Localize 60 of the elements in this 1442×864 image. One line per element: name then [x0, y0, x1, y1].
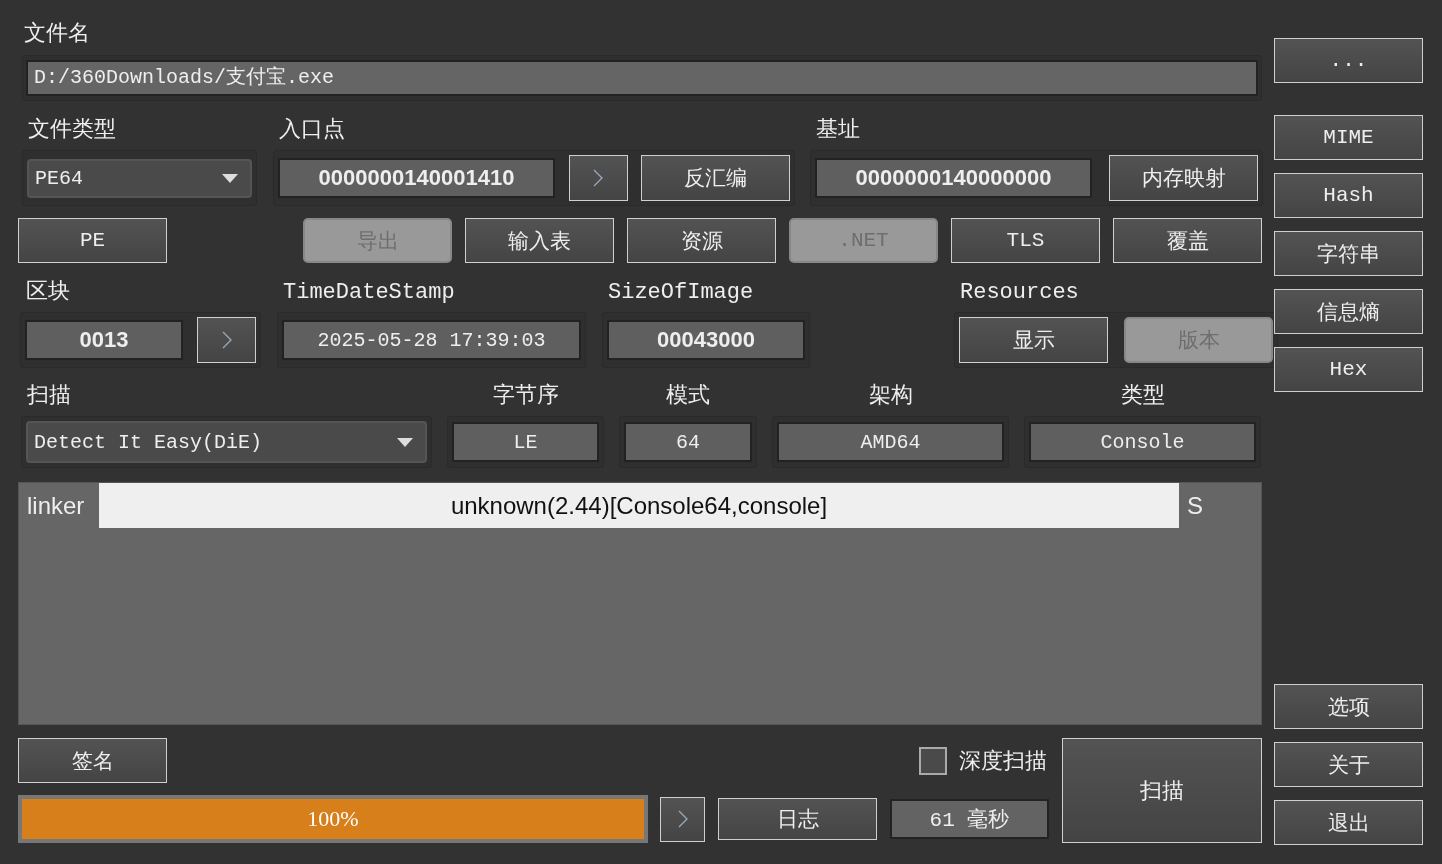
info-button[interactable]: 资源 — [627, 218, 776, 263]
section-count-field[interactable]: 0013 — [25, 320, 183, 360]
tool-button[interactable]: 字符串 — [1274, 231, 1423, 276]
field-label: 入口点 — [278, 118, 346, 144]
chevron-right-icon — [677, 810, 688, 828]
signatures-button[interactable]: 签名 — [18, 738, 167, 783]
field-label: Resources — [959, 280, 1080, 306]
field-label: 基址 — [815, 118, 861, 144]
info-button[interactable]: PE — [18, 218, 167, 263]
field-label: 扫描 — [26, 384, 72, 410]
chevron-right-icon — [221, 331, 232, 349]
progress-text: 100% — [306, 805, 360, 833]
tool-button[interactable]: MIME — [1274, 115, 1423, 160]
field-label: 文件类型 — [27, 118, 117, 144]
resources-button[interactable]: 显示 — [959, 317, 1108, 363]
field-label: 文件名 — [23, 22, 91, 48]
go-button[interactable] — [568, 155, 628, 201]
result-type: linker — [26, 490, 86, 521]
result-letter: S — [1186, 490, 1204, 521]
dropdown-arrow-icon — [397, 437, 413, 447]
property-field[interactable]: 64 — [624, 422, 752, 462]
memory-map-button[interactable]: 内存映射 — [1109, 155, 1258, 201]
property-field[interactable]: Console — [1029, 422, 1256, 462]
field-label: 字节序 — [491, 384, 560, 410]
property-field[interactable]: LE — [452, 422, 599, 462]
browse-button[interactable]: ... — [1274, 38, 1423, 83]
field-label: 类型 — [1119, 384, 1166, 410]
scan-button[interactable]: 扫描 — [1062, 738, 1262, 843]
info-button[interactable]: 覆盖 — [1113, 218, 1262, 263]
field-label: TimeDateStamp — [282, 280, 456, 306]
tool-button[interactable]: 信息熵 — [1274, 289, 1423, 334]
field-label: 模式 — [665, 384, 711, 410]
log-button[interactable]: 日志 — [718, 798, 877, 840]
chevron-right-icon — [593, 169, 603, 187]
disassemble-button[interactable]: 反汇编 — [641, 155, 790, 201]
scan-engine-dropdown[interactable]: Detect It Easy(DiE) — [26, 421, 427, 463]
tool-button[interactable]: Hex — [1274, 347, 1423, 392]
menu-button[interactable]: 退出 — [1274, 800, 1423, 845]
base-address-field[interactable]: 0000000140000000 — [815, 158, 1092, 198]
more-button[interactable] — [660, 796, 705, 842]
entry-point-field[interactable]: 0000000140001410 — [278, 158, 555, 198]
file-type-dropdown[interactable]: PE64 — [27, 158, 252, 198]
image-size-field[interactable]: 00043000 — [607, 320, 805, 360]
info-button[interactable]: 输入表 — [465, 218, 614, 263]
menu-button[interactable]: 选项 — [1274, 684, 1423, 729]
field-label: 架构 — [867, 384, 914, 410]
field-label: SizeOfImage — [607, 280, 755, 306]
checkbox-label: 深度扫描 — [959, 748, 1047, 776]
dropdown-arrow-icon — [222, 173, 238, 183]
sections-button[interactable] — [197, 317, 256, 363]
elapsed-time: 61 毫秒 — [890, 799, 1049, 839]
property-field[interactable]: AMD64 — [777, 422, 1004, 462]
deep-scan-checkbox[interactable] — [919, 746, 947, 775]
file-path-field[interactable]: D:/360Downloads/支付宝.exe — [26, 60, 1258, 96]
info-button[interactable]: TLS — [951, 218, 1100, 263]
field-label: 区块 — [25, 280, 71, 306]
result-name[interactable]: unknown(2.44)[Console64,console] — [99, 483, 1179, 528]
timestamp-field[interactable]: 2025-05-28 17:39:03 — [282, 320, 581, 360]
tool-button[interactable]: Hash — [1274, 173, 1423, 218]
menu-button[interactable]: 关于 — [1274, 742, 1423, 787]
